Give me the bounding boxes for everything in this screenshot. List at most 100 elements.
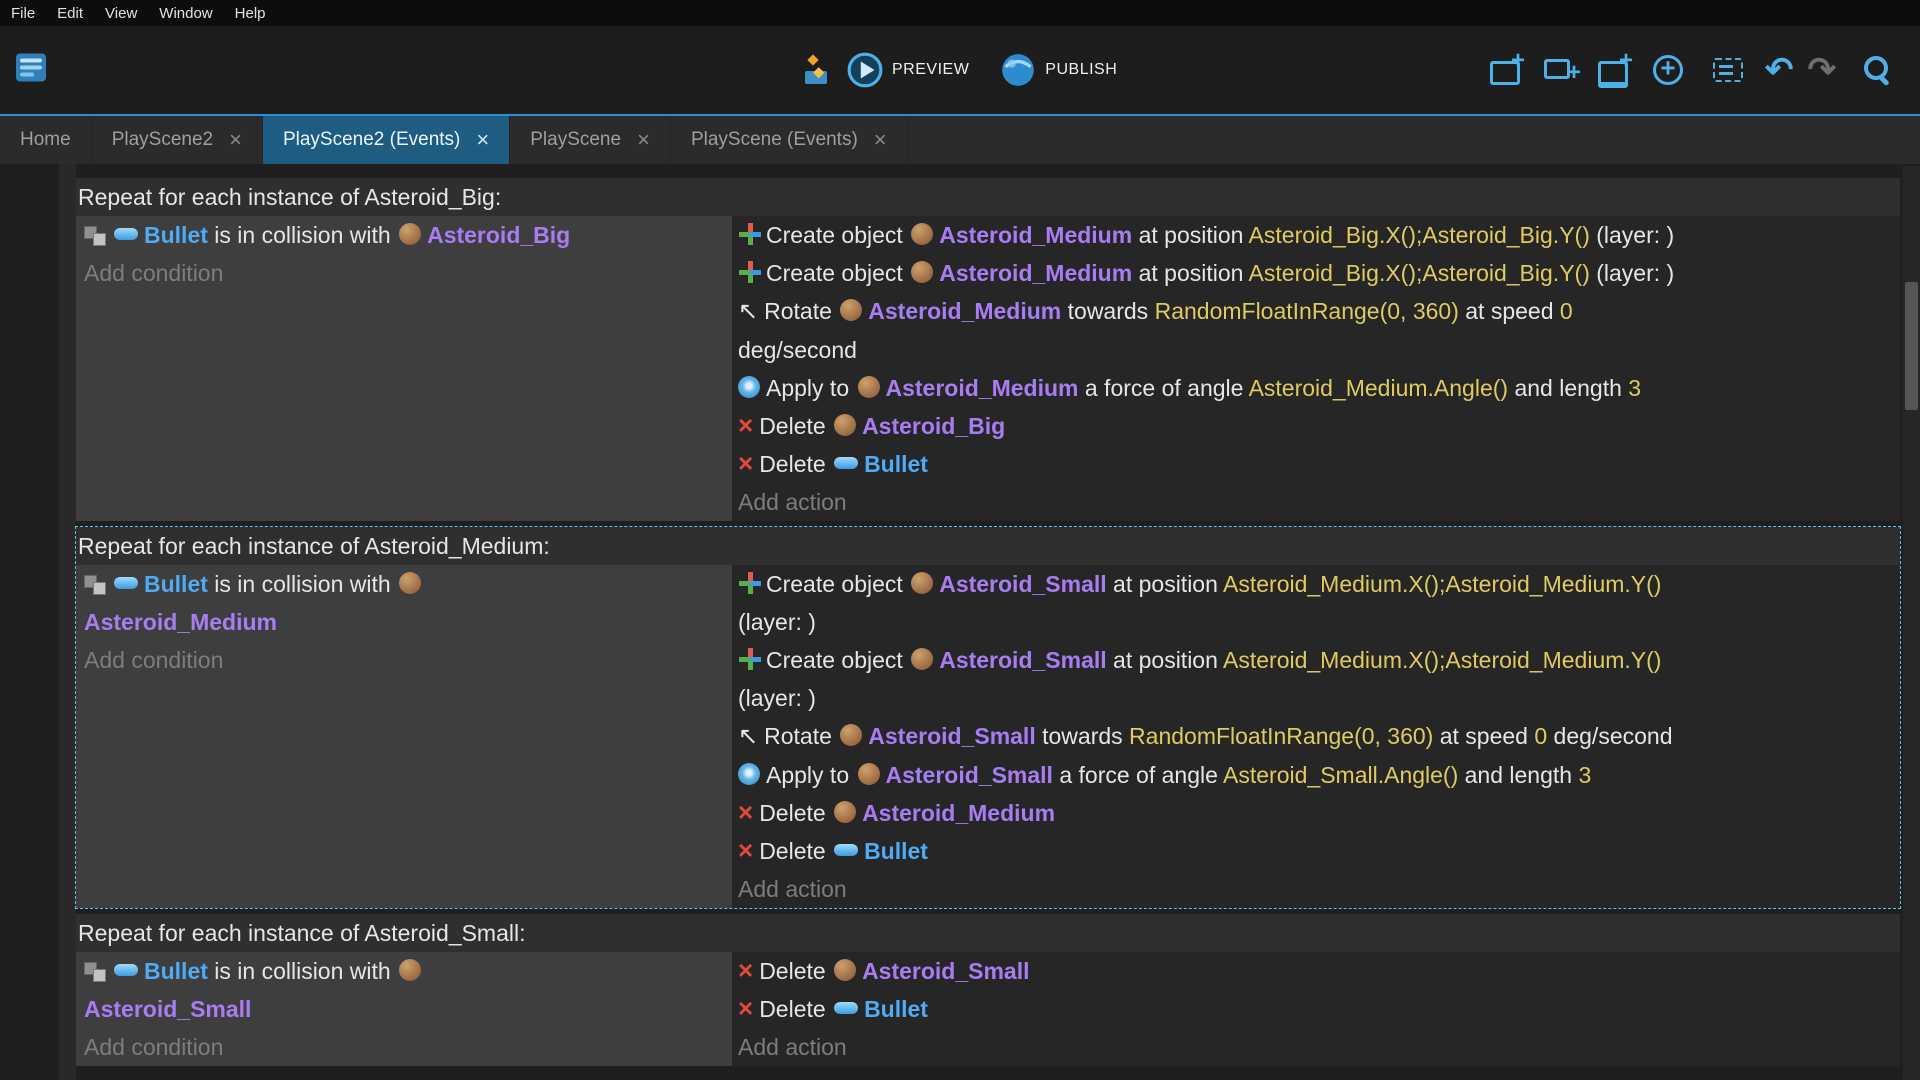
condition-row[interactable]: Bullet is in collision with Asteroid_Big	[84, 216, 724, 254]
text-segment: Asteroid_Medium	[939, 260, 1132, 286]
app-logo[interactable]	[12, 49, 50, 92]
preview-button[interactable]: PREVIEW	[846, 51, 999, 89]
menu-item-window[interactable]: Window	[148, 5, 223, 22]
action-row[interactable]: ×Delete Bullet	[738, 445, 1900, 483]
text-segment: Create object	[766, 647, 909, 673]
event-1[interactable]: Repeat for each instance of Asteroid_Med…	[76, 527, 1900, 908]
delete-icon: ×	[738, 450, 753, 476]
tab-label: PlayScene2 (Events)	[283, 129, 460, 151]
text-segment: Create object	[766, 222, 909, 248]
add-circle-icon[interactable]	[1651, 53, 1685, 87]
choose-event-icon[interactable]	[1711, 53, 1745, 87]
text-segment: at speed	[1459, 298, 1560, 324]
close-tab-icon[interactable]: ×	[476, 127, 489, 153]
network-preview-icon[interactable]	[800, 52, 836, 88]
event-header[interactable]: Repeat for each instance of Asteroid_Sma…	[76, 914, 1900, 952]
collision-icon	[84, 960, 108, 982]
events-sheet: Repeat for each instance of Asteroid_Big…	[0, 164, 1920, 1080]
action-row[interactable]: ×Delete Asteroid_Small	[738, 952, 1900, 990]
publish-button[interactable]: PUBLISH	[999, 51, 1147, 89]
text-segment: Delete	[759, 413, 832, 439]
asteroid-icon	[911, 648, 933, 670]
create-icon	[738, 260, 762, 284]
text-segment: Asteroid_Big	[427, 222, 570, 248]
condition-row[interactable]: Bullet is in collision with Asteroid_Med…	[84, 565, 724, 641]
action-row[interactable]: Create object Asteroid_Small at position…	[738, 641, 1900, 717]
text-segment: Create object	[766, 571, 909, 597]
tab-label: PlayScene (Events)	[691, 129, 858, 151]
undo-icon[interactable]: ↶	[1765, 53, 1794, 87]
text-segment: Asteroid_Small.Angle()	[1223, 762, 1458, 788]
scrollbar-thumb[interactable]	[1905, 282, 1918, 410]
add-action-button[interactable]: Add action	[738, 870, 1900, 908]
add-condition-button[interactable]: Add condition	[84, 641, 724, 679]
delete-icon: ×	[738, 957, 753, 983]
force-icon	[738, 763, 760, 785]
action-row[interactable]: Create object Asteroid_Medium at positio…	[738, 254, 1900, 292]
action-row[interactable]: Apply to Asteroid_Medium a force of angl…	[738, 369, 1900, 407]
action-row[interactable]: Create object Asteroid_Small at position…	[738, 565, 1900, 641]
asteroid-icon	[858, 763, 880, 785]
action-row[interactable]: ×Delete Asteroid_Big	[738, 407, 1900, 445]
tab-label: PlayScene	[530, 129, 621, 151]
asteroid-icon	[399, 223, 421, 245]
action-row[interactable]: Apply to Asteroid_Small a force of angle…	[738, 756, 1900, 794]
rotate-icon: ↖	[738, 718, 758, 756]
add-action-button[interactable]: Add action	[738, 483, 1900, 521]
redo-icon[interactable]: ↷	[1808, 53, 1837, 87]
close-tab-icon[interactable]: ×	[637, 127, 650, 153]
search-icon[interactable]	[1860, 53, 1894, 87]
action-row[interactable]: ×Delete Bullet	[738, 990, 1900, 1028]
force-icon	[738, 376, 760, 398]
create-icon	[738, 647, 762, 671]
menu-item-help[interactable]: Help	[224, 5, 277, 22]
event-2[interactable]: Repeat for each instance of Asteroid_Sma…	[76, 914, 1900, 1066]
action-row[interactable]: ↖Rotate Asteroid_Small towards RandomFlo…	[738, 717, 1900, 756]
tab-playscene[interactable]: PlayScene ×	[510, 116, 671, 164]
close-tab-icon[interactable]: ×	[229, 127, 242, 153]
add-action-button[interactable]: Add action	[738, 1028, 1900, 1066]
text-segment: Bullet	[864, 451, 928, 477]
add-subevent-icon[interactable]	[1543, 53, 1577, 87]
event-body: Bullet is in collision with Asteroid_Sma…	[76, 952, 1900, 1066]
action-row[interactable]: ×Delete Bullet	[738, 832, 1900, 870]
events-gutter	[59, 164, 76, 1080]
text-segment: Apply to	[766, 762, 856, 788]
action-row[interactable]: ↖Rotate Asteroid_Medium towards RandomFl…	[738, 292, 1900, 369]
tab-playscene2[interactable]: PlayScene2×	[92, 116, 263, 164]
text-segment: Asteroid_Small	[868, 723, 1035, 749]
text-segment: is in collision with	[208, 222, 397, 248]
add-comment-icon[interactable]	[1597, 53, 1631, 87]
text-segment: Asteroid_Big	[862, 413, 1005, 439]
conditions-column: Bullet is in collision with Asteroid_Sma…	[76, 952, 732, 1066]
bullet-icon	[114, 964, 138, 976]
text-segment: (layer: )	[738, 685, 816, 711]
tab-playscene2-events[interactable]: PlayScene2 (Events) ×	[263, 116, 510, 164]
tab-playscene-events[interactable]: PlayScene (Events) ×	[671, 116, 908, 164]
asteroid-icon	[399, 959, 421, 981]
add-event-icon[interactable]	[1489, 53, 1523, 87]
event-0[interactable]: Repeat for each instance of Asteroid_Big…	[76, 178, 1900, 521]
text-segment: Asteroid_Medium	[862, 800, 1055, 826]
add-condition-button[interactable]: Add condition	[84, 1028, 724, 1066]
text-segment: Asteroid_Small	[862, 958, 1029, 984]
action-row[interactable]: Create object Asteroid_Medium at positio…	[738, 216, 1900, 254]
menu-item-view[interactable]: View	[94, 5, 148, 22]
add-condition-button[interactable]: Add condition	[84, 254, 724, 292]
text-segment: at speed	[1433, 723, 1534, 749]
toolbar: PREVIEW PUBLISH ↶ ↷	[0, 26, 1920, 114]
tab-home[interactable]: Home	[0, 116, 92, 164]
condition-row[interactable]: Bullet is in collision with Asteroid_Sma…	[84, 952, 724, 1028]
event-header[interactable]: Repeat for each instance of Asteroid_Med…	[76, 527, 1900, 565]
menu-item-file[interactable]: File	[0, 5, 46, 22]
event-header[interactable]: Repeat for each instance of Asteroid_Big…	[76, 178, 1900, 216]
text-segment: Asteroid_Medium.X();Asteroid_Medium.Y()	[1223, 571, 1661, 597]
close-tab-icon[interactable]: ×	[874, 127, 887, 153]
event-body: Bullet is in collision with Asteroid_Med…	[76, 565, 1900, 908]
vertical-scrollbar[interactable]	[1903, 166, 1920, 1080]
menu-item-edit[interactable]: Edit	[46, 5, 94, 22]
bullet-icon	[834, 457, 858, 469]
events-list: Repeat for each instance of Asteroid_Big…	[76, 178, 1900, 1066]
delete-icon: ×	[738, 995, 753, 1021]
action-row[interactable]: ×Delete Asteroid_Medium	[738, 794, 1900, 832]
